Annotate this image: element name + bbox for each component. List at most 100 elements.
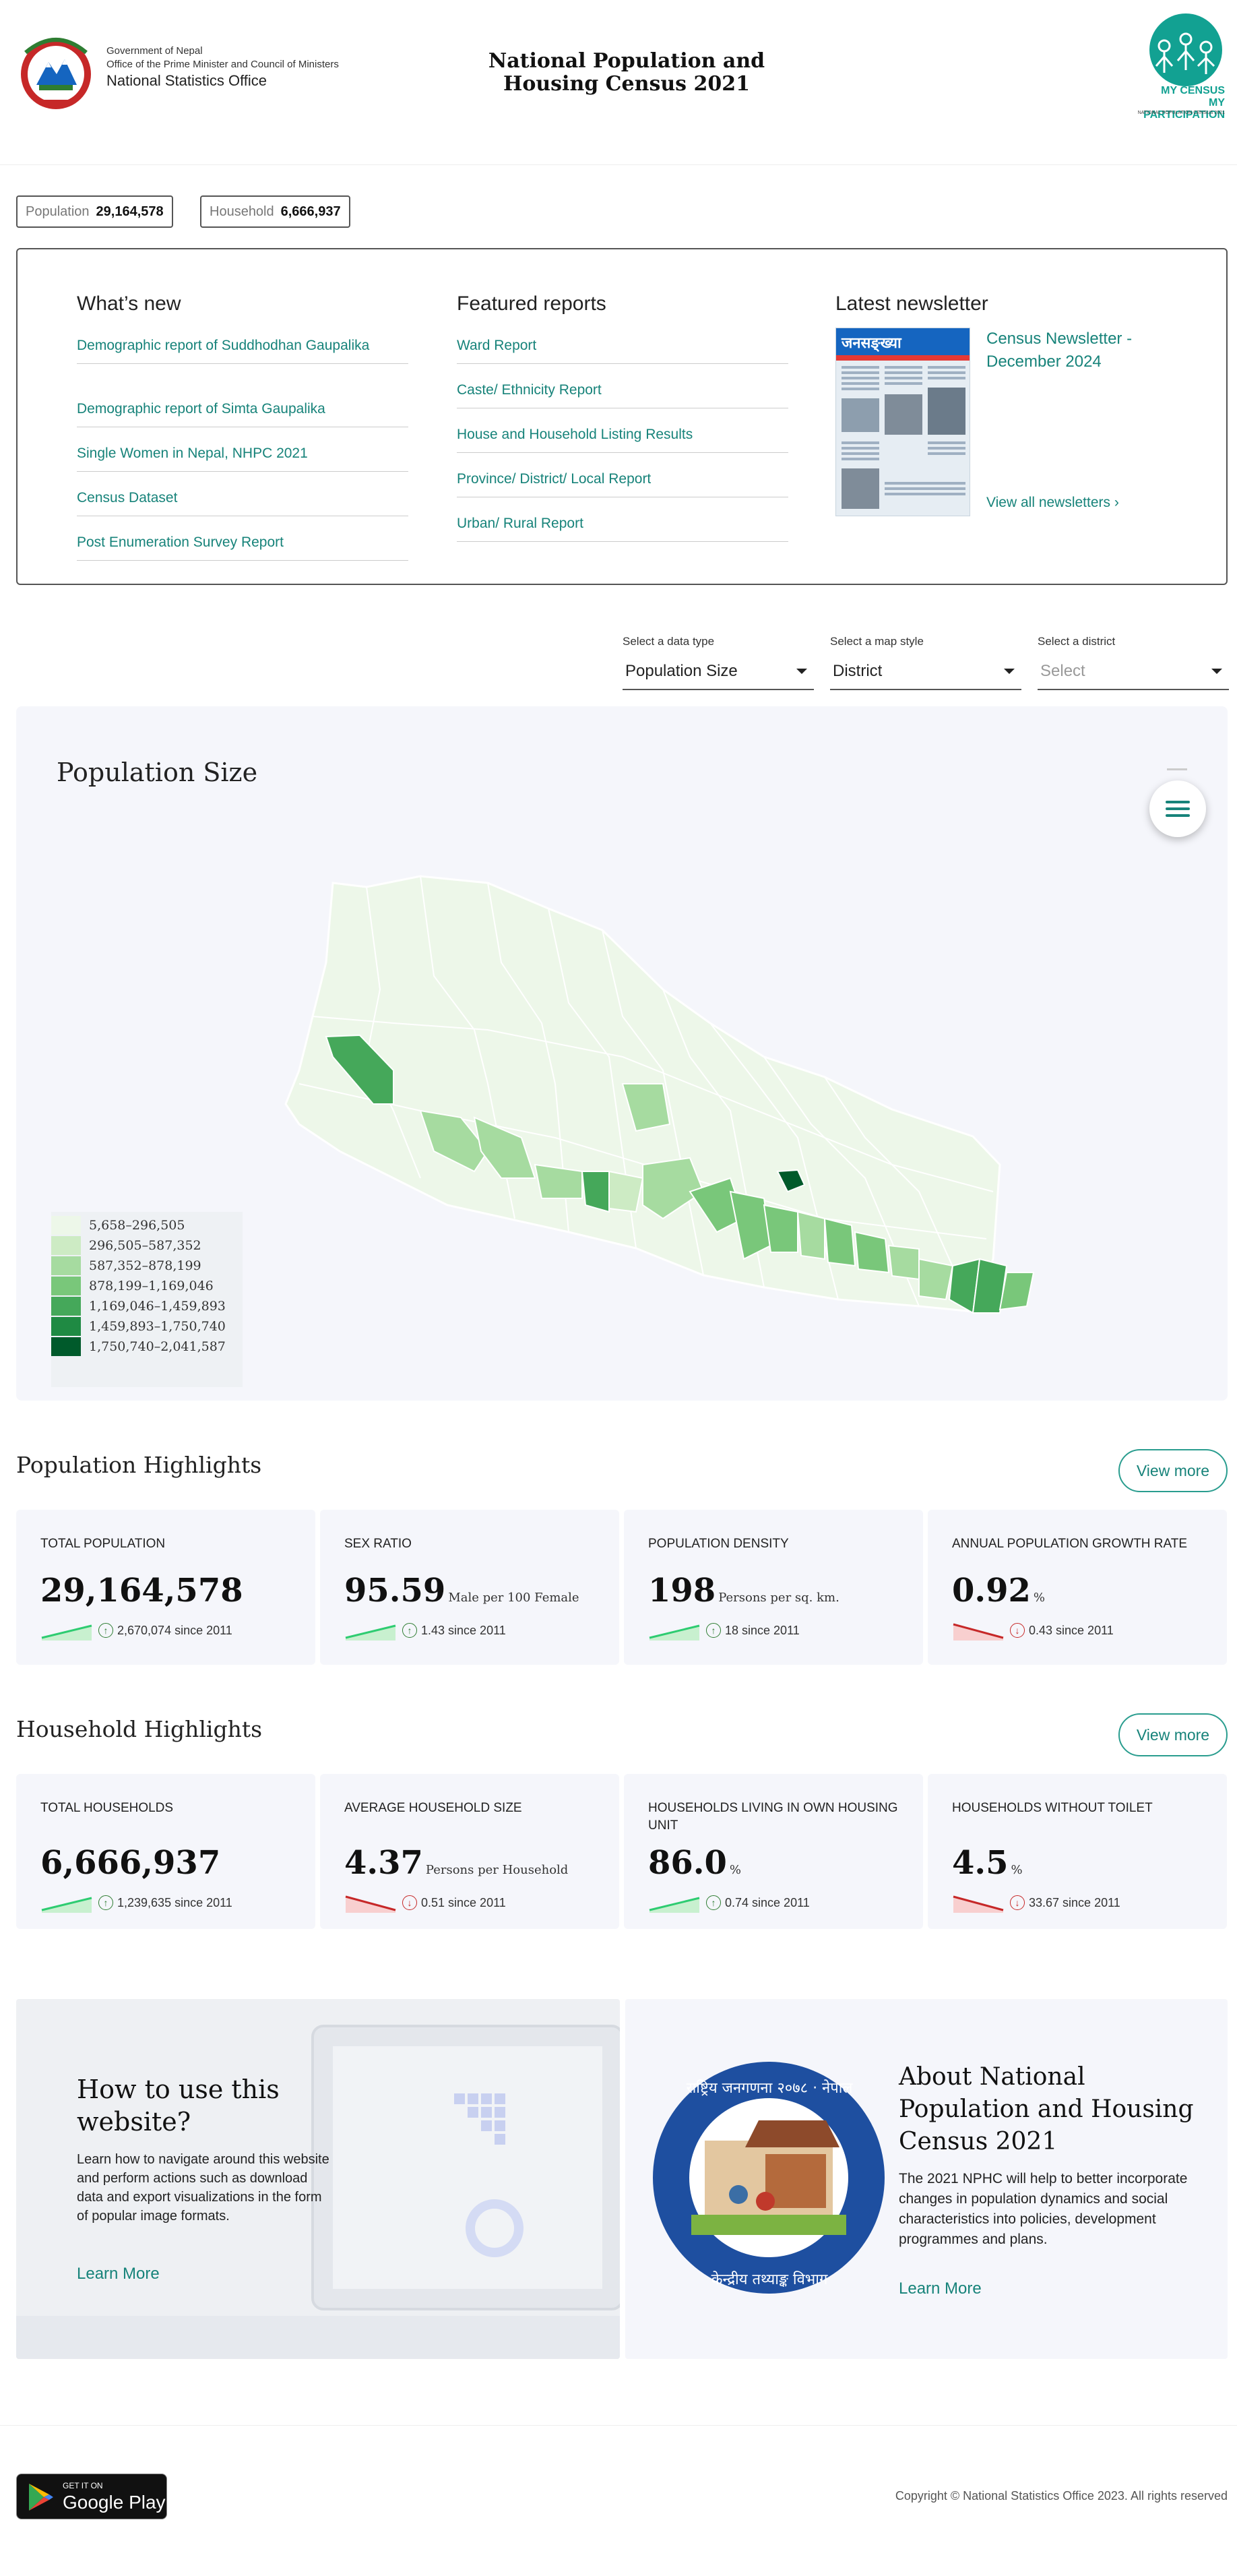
caret-down-icon [796, 669, 807, 674]
highlight-card: TOTAL HOUSEHOLDS 6,666,937 ↑ 1,239,635 s… [16, 1774, 315, 1929]
card-change: 0.43 since 2011 [1029, 1623, 1114, 1637]
trend-down-sparkline-icon [345, 1895, 396, 1913]
legend-item[interactable]: 1,169,046–1,459,893 [51, 1297, 226, 1316]
featured-report-link[interactable]: Caste/ Ethnicity Report [457, 380, 788, 408]
card-trend: ↑ 2,670,074 since 2011 [40, 1620, 232, 1640]
newsletter-thumbnail[interactable]: जनसङ्ख्या [835, 328, 970, 516]
google-play-badge[interactable]: GET IT ON Google Play [16, 2474, 167, 2519]
legend-label: 587,352–878,199 [89, 1258, 201, 1273]
about-text: The 2021 NPHC will help to better incorp… [899, 2171, 1188, 2247]
map-region-siraha[interactable] [918, 1258, 954, 1301]
card-unit: % [1011, 1863, 1023, 1877]
whats-new-title: What’s new [77, 293, 181, 315]
data-type-value: Population Size [625, 662, 738, 680]
map-region-jhapa[interactable] [998, 1272, 1035, 1311]
arrow-down-icon: ↓ [402, 1895, 417, 1910]
card-label: HOUSEHOLDS WITHOUT TOILET [952, 1801, 1153, 1815]
whats-new-link[interactable]: Post Enumeration Survey Report [77, 532, 408, 561]
population-pill-label: Population [26, 204, 90, 219]
card-label: TOTAL HOUSEHOLDS [40, 1801, 174, 1815]
caret-down-icon [1004, 669, 1015, 674]
card-value: 86.0 [648, 1844, 727, 1882]
legend-item[interactable]: 1,459,893–1,750,740 [51, 1317, 226, 1336]
map-region-rautahat[interactable] [796, 1210, 825, 1260]
district-label: Select a district [1038, 635, 1116, 648]
map-style-value: District [833, 662, 883, 680]
legend-item[interactable]: 1,750,740–2,041,587 [51, 1337, 226, 1356]
district-select[interactable]: Select [1038, 655, 1229, 690]
featured-report-link[interactable]: Urban/ Rural Report [457, 514, 788, 542]
data-type-select[interactable]: Population Size [623, 655, 814, 690]
card-unit: % [1033, 1591, 1046, 1605]
map-region-nawalparasi[interactable] [608, 1170, 644, 1213]
logo-line-3: NATIONAL POPULATION CENSUS 2021 [1137, 111, 1225, 115]
legend-item[interactable]: 5,658–296,505 [51, 1216, 185, 1235]
household-highlights-title: Household Highlights [16, 1716, 263, 1742]
map-panel: Population Size 5,658–296,505 296,505–58… [16, 706, 1228, 1401]
about-learn-more-link[interactable]: Learn More [899, 2279, 982, 2298]
title-line-1: National Population and [488, 49, 765, 73]
whats-new-link[interactable]: Census Dataset [77, 488, 408, 516]
about-panel: राष्ट्रिय जनगणना २०७८ · नेपाल केन्द्रीय … [625, 1999, 1228, 2359]
card-label: AVERAGE HOUSEHOLD SIZE [344, 1801, 522, 1815]
household-view-more-button[interactable]: View more [1118, 1713, 1228, 1756]
card-label: POPULATION DENSITY [648, 1537, 789, 1551]
google-play-icon [29, 2484, 53, 2511]
legend-label: 5,658–296,505 [89, 1218, 185, 1233]
map-region-dhanusha[interactable] [887, 1244, 920, 1281]
census-logo: MY CENSUS MY PARTICIPATION NATIONAL POPU… [1137, 12, 1225, 121]
how-to-learn-more-link[interactable]: Learn More [77, 2265, 160, 2283]
news-box: What’s new Demographic report of Suddhod… [16, 248, 1228, 585]
featured-report-link[interactable]: House and Household Listing Results [457, 425, 788, 453]
featured-report-link[interactable]: Ward Report [457, 336, 788, 364]
legend-item[interactable]: 587,352–878,199 [51, 1256, 201, 1275]
highlight-card: POPULATION DENSITY 198 Persons per sq. km… [624, 1510, 923, 1665]
legend-item[interactable]: 878,199–1,169,046 [51, 1277, 214, 1295]
map-region-rupandehi[interactable] [581, 1171, 610, 1213]
arrow-up-icon: ↑ [706, 1895, 721, 1910]
card-trend: ↓ 33.67 since 2011 [952, 1893, 1120, 1913]
highlight-card: ANNUAL POPULATION GROWTH RATE 0.92% ↓ 0.… [928, 1510, 1227, 1665]
card-label: TOTAL POPULATION [40, 1537, 166, 1551]
card-value: 4.37 [344, 1844, 423, 1882]
card-value: 198 [648, 1572, 716, 1609]
card-unit: % [729, 1863, 742, 1877]
legend-item[interactable]: 296,505–587,352 [51, 1236, 201, 1255]
card-change: 1,239,635 since 2011 [117, 1895, 232, 1909]
office-name: National Statistics Office [106, 72, 267, 89]
trend-up-sparkline-icon [649, 1624, 700, 1640]
card-label: SEX RATIO [344, 1537, 412, 1551]
population-view-more-button[interactable]: View more [1118, 1449, 1228, 1492]
caret-down-icon [1211, 669, 1222, 674]
newsletter-title-link[interactable]: Census Newsletter - December 2024 [986, 328, 1168, 373]
legend-label: 296,505–587,352 [89, 1238, 201, 1253]
card-unit: Male per 100 Female [448, 1591, 579, 1605]
highlight-card: TOTAL POPULATION 29,164,578 ↑ 2,670,074 … [16, 1510, 315, 1665]
featured-reports-title: Featured reports [457, 293, 606, 315]
map-style-select[interactable]: District [830, 655, 1021, 690]
map-region-mahottari[interactable] [854, 1231, 890, 1274]
newsletter-page-icon [842, 366, 965, 509]
card-trend: ↑ 0.74 since 2011 [648, 1893, 810, 1913]
government-lines: Government of Nepal Office of the Prime … [106, 44, 339, 90]
trend-up-sparkline-icon [649, 1897, 700, 1913]
map-region-parsa[interactable] [763, 1204, 798, 1253]
view-all-newsletters-link[interactable]: View all newsletters › [986, 495, 1119, 511]
data-type-label: Select a data type [623, 635, 715, 648]
whats-new-link[interactable]: Demographic report of Simta Gaupalika [77, 399, 408, 427]
how-to-text: Learn how to navigate around this websit… [77, 2152, 329, 2224]
card-unit: Persons per Household [425, 1863, 569, 1877]
map-region-sarlahi[interactable] [823, 1217, 856, 1267]
logo-line-2: MY PARTICIPATION [1143, 97, 1225, 121]
site-title[interactable]: National Population and Housing Census 2… [445, 50, 808, 96]
whats-new-link[interactable]: Single Women in Nepal, NHPC 2021 [77, 443, 408, 472]
card-trend: ↑ 18 since 2011 [648, 1620, 800, 1640]
card-value: 6,666,937 [40, 1844, 221, 1882]
featured-report-link[interactable]: Province/ District/ Local Report [457, 469, 788, 497]
legend-swatch [51, 1236, 81, 1255]
card-trend: ↑ 1.43 since 2011 [344, 1620, 506, 1640]
map-region-banke[interactable] [534, 1163, 583, 1199]
seal-top-text: राष्ट्रिय जनगणना २०७८ · नेपाल [686, 2080, 853, 2097]
card-label: ANNUAL POPULATION GROWTH RATE [952, 1537, 1188, 1551]
whats-new-link[interactable]: Demographic report of Suddhodhan Gaupali… [77, 336, 408, 364]
